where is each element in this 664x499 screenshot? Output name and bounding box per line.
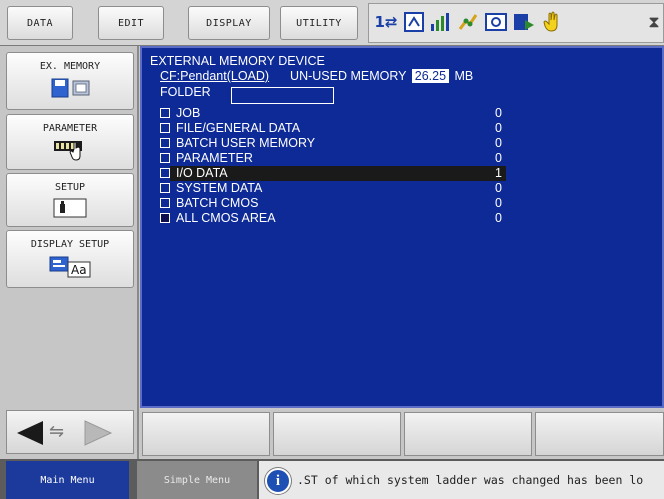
sidebar-item-display-setup-label: DISPLAY SETUP: [30, 239, 110, 250]
svg-text:Aa: Aa: [71, 263, 87, 277]
list-item-label: PARAMETER: [176, 151, 253, 165]
page-nav-panel: ⇋: [6, 410, 134, 454]
device-name: CF:Pendant(LOAD): [160, 69, 270, 83]
info-icon: i: [265, 468, 291, 494]
list-item-label: ALL CMOS AREA: [176, 211, 276, 225]
list-item-parameter[interactable]: PARAMETER 0: [142, 151, 662, 166]
sidebar-item-display-setup[interactable]: DISPLAY SETUP Aa: [6, 230, 134, 288]
device-line: CF:Pendant(LOAD) UN-USED MEMORY 26.25 MB: [160, 69, 473, 83]
arrow-right-icon: [84, 420, 113, 446]
tab-edit-label: EDIT: [117, 17, 145, 29]
tab-utility-label: UTILITY: [296, 17, 342, 29]
arrow-left-icon: [17, 421, 43, 445]
main-menu-label: Main Menu: [40, 474, 95, 486]
list-item-label: BATCH USER MEMORY: [176, 136, 316, 150]
hand-icon: [540, 10, 564, 34]
list-item-count: 0: [495, 196, 502, 210]
checkbox[interactable]: [160, 138, 170, 148]
list-item-label: FILE/GENERAL DATA: [176, 121, 301, 135]
unused-memory-unit: MB: [454, 69, 474, 83]
checkbox[interactable]: [160, 168, 170, 178]
toggle-arrow-icon: ⇋: [49, 421, 65, 442]
unused-memory-label: UN-USED MEMORY: [290, 69, 407, 83]
tab-data[interactable]: DATA: [7, 6, 73, 40]
checkbox-checked[interactable]: [160, 213, 170, 223]
list-item-all-cmos-area[interactable]: ALL CMOS AREA 0: [142, 211, 662, 226]
list-item-batch-cmos[interactable]: BATCH CMOS 0: [142, 196, 662, 211]
page-forward-button[interactable]: [83, 419, 113, 451]
parameter-icon: [46, 139, 94, 161]
function-key-2[interactable]: [273, 412, 401, 456]
sidebar-item-ex-memory[interactable]: EX. MEMORY: [6, 52, 134, 110]
list-item-file-general-data[interactable]: FILE/GENERAL DATA 0: [142, 121, 662, 136]
memory-card-icon: [46, 78, 94, 98]
list-item-label: JOB: [176, 106, 201, 120]
list-item-count: 0: [495, 136, 502, 150]
list-item-label: I/O DATA: [176, 166, 228, 180]
checkbox[interactable]: [160, 153, 170, 163]
list-item-count: 0: [495, 151, 502, 165]
arrows-icon: 1⇄: [374, 13, 398, 31]
function-key-4[interactable]: [535, 412, 664, 456]
sidebar-item-parameter[interactable]: PARAMETER: [6, 114, 134, 170]
external-memory-panel: EXTERNAL MEMORY DEVICE CF:Pendant(LOAD) …: [140, 46, 664, 408]
font-size-icon: Aa: [46, 256, 94, 278]
hourglass-icon: ⧗: [648, 12, 660, 31]
folder-input[interactable]: [231, 87, 334, 104]
mode-icon: [402, 10, 426, 34]
list-item-count: 0: [495, 121, 502, 135]
list-item-system-data[interactable]: SYSTEM DATA 0: [142, 181, 662, 196]
tab-data-label: DATA: [26, 17, 54, 29]
checkbox[interactable]: [160, 123, 170, 133]
simple-menu-label: Simple Menu: [163, 474, 231, 486]
sidebar-item-setup-label: SETUP: [54, 182, 86, 193]
message-bar[interactable]: i .ST of which system ladder was changed…: [259, 461, 664, 499]
checkbox[interactable]: [160, 198, 170, 208]
message-text: .ST of which system ladder was changed h…: [297, 473, 644, 487]
list-item-label: SYSTEM DATA: [176, 181, 263, 195]
folder-label: FOLDER: [160, 85, 211, 99]
page-title: EXTERNAL MEMORY DEVICE: [150, 54, 325, 68]
unused-memory-value: 26.25: [411, 69, 450, 83]
simple-menu-button[interactable]: Simple Menu: [137, 461, 257, 499]
function-key-3[interactable]: [404, 412, 532, 456]
list-item-job[interactable]: JOB 0: [142, 106, 662, 121]
checkbox[interactable]: [160, 183, 170, 193]
play-icon: [512, 10, 536, 34]
tab-utility[interactable]: UTILITY: [280, 6, 358, 40]
robot-icon: [456, 10, 480, 34]
list-item-count: 0: [495, 211, 502, 225]
panel-icon: [484, 10, 508, 34]
page-back-button[interactable]: [15, 419, 45, 451]
list-item-label: BATCH CMOS: [176, 196, 259, 210]
tab-display-label: DISPLAY: [206, 17, 252, 29]
list-item-io-data[interactable]: I/O DATA 1: [142, 166, 662, 181]
list-item-count: 0: [495, 181, 502, 195]
signal-icon: [428, 10, 452, 34]
list-item-batch-user-memory[interactable]: BATCH USER MEMORY 0: [142, 136, 662, 151]
function-key-1[interactable]: [142, 412, 270, 456]
setup-icon: [50, 198, 90, 218]
list-item-count: 1: [495, 166, 502, 180]
sidebar-item-parameter-label: PARAMETER: [42, 123, 98, 134]
sidebar-item-setup[interactable]: SETUP: [6, 173, 134, 227]
tab-edit[interactable]: EDIT: [98, 6, 164, 40]
tab-display[interactable]: DISPLAY: [188, 6, 270, 40]
sidebar-item-ex-memory-label: EX. MEMORY: [39, 61, 101, 72]
checkbox[interactable]: [160, 108, 170, 118]
list-item-count: 0: [495, 106, 502, 120]
main-menu-button[interactable]: Main Menu: [6, 461, 129, 499]
